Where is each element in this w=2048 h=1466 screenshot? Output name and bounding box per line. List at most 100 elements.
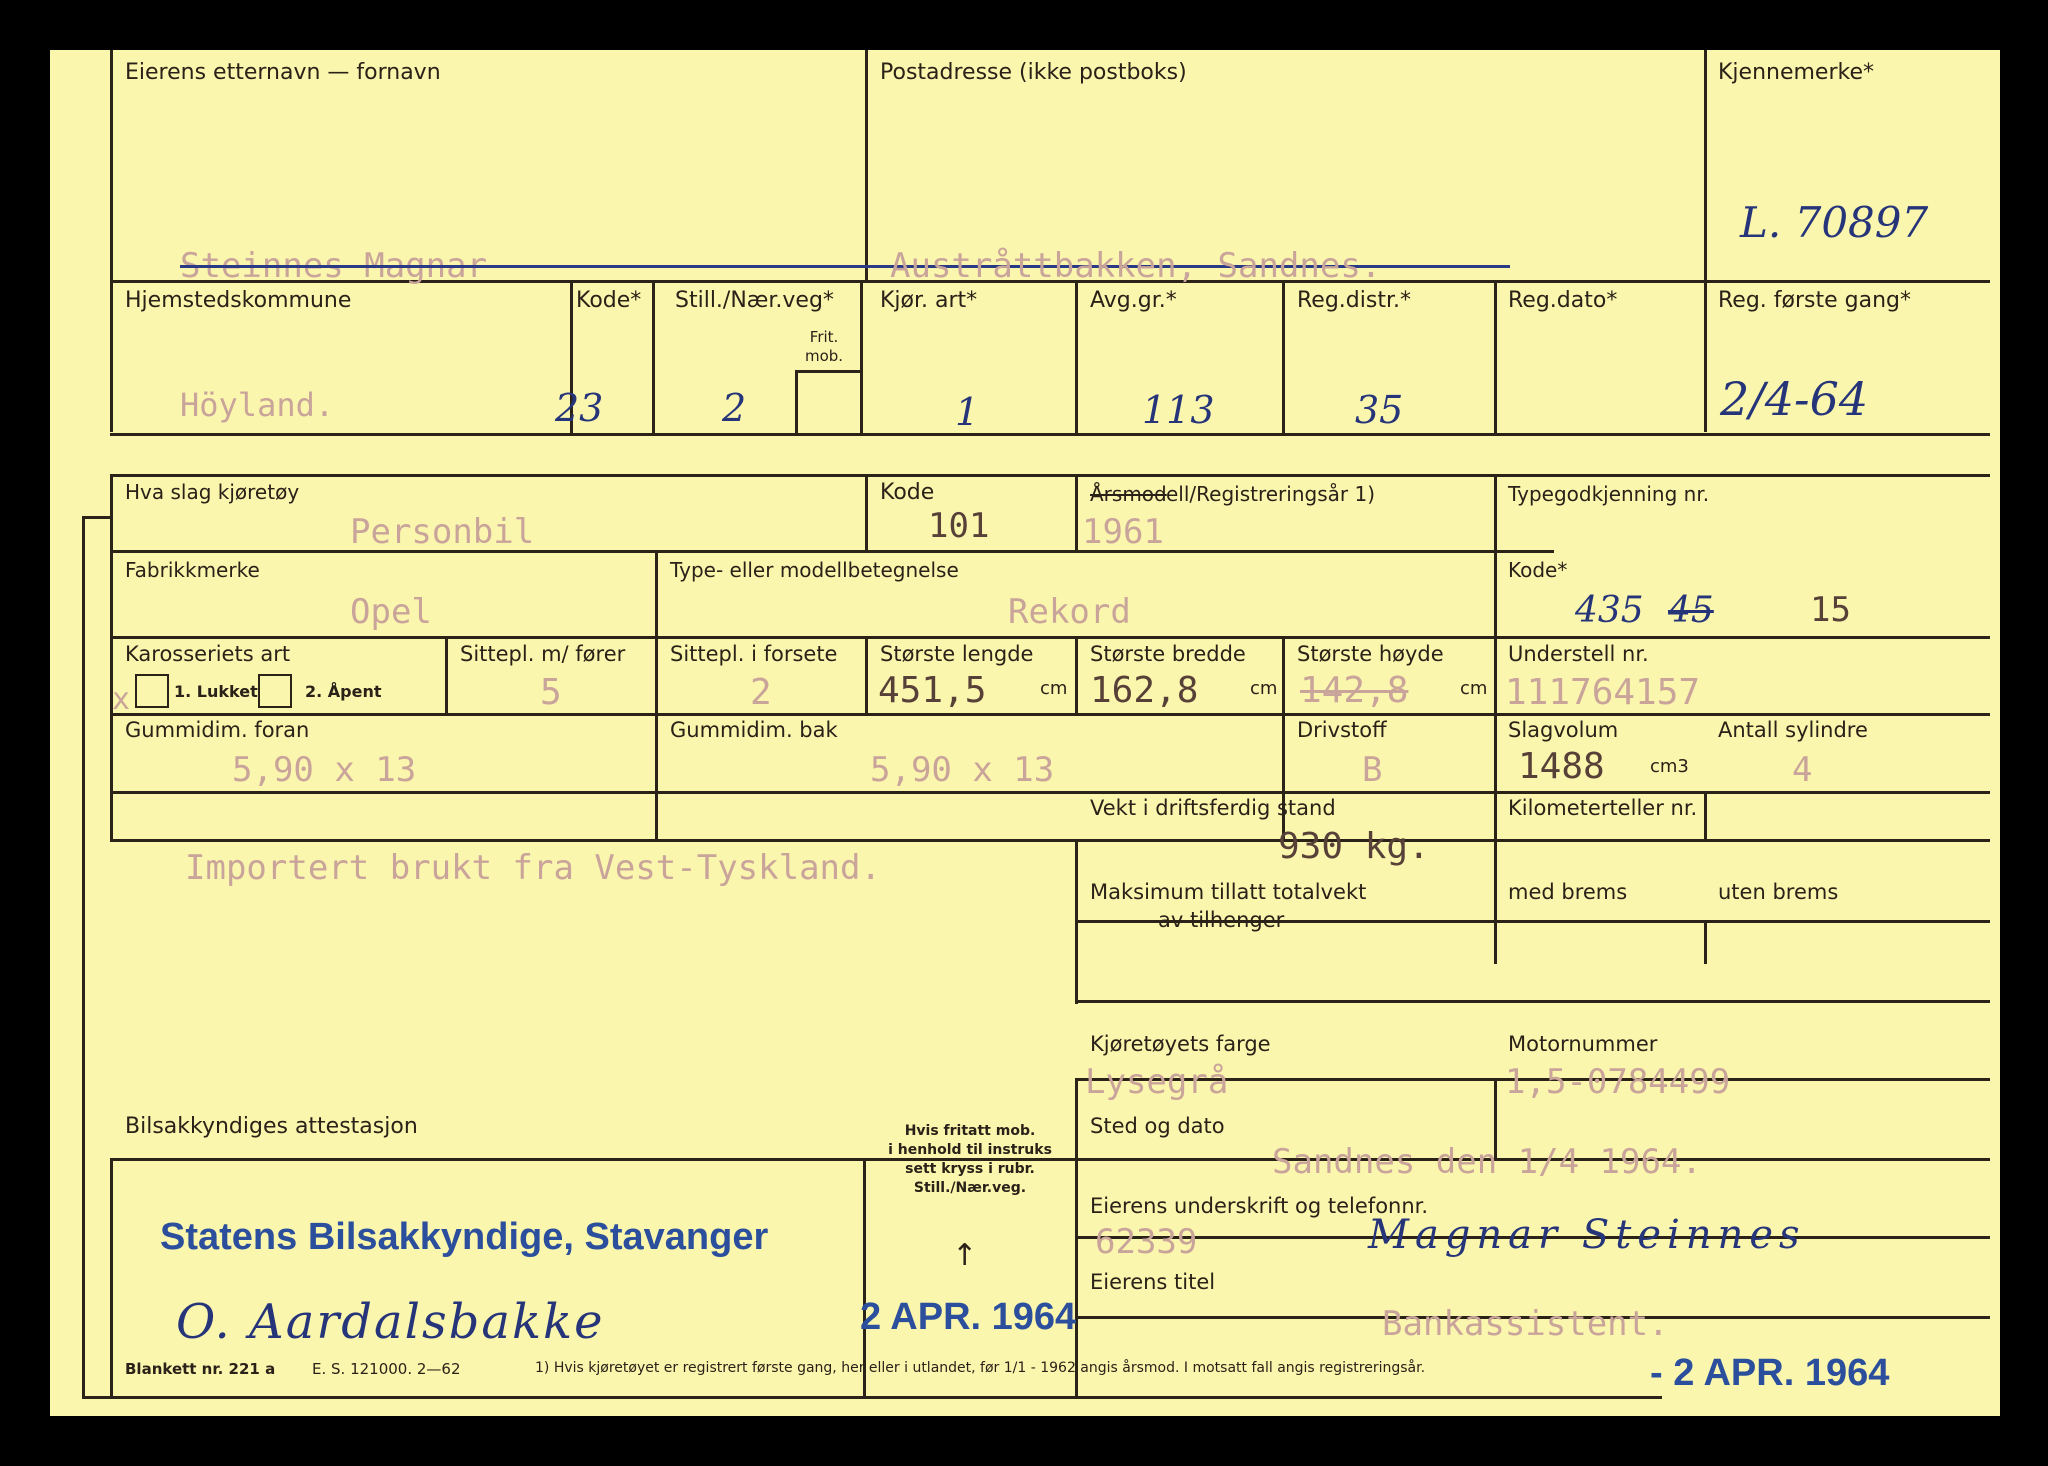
attestation-label: Bilsakkyndiges attestasjon <box>125 1114 418 1139</box>
model-label: Type- eller modellbetegnelse <box>670 558 959 582</box>
rule <box>1075 474 1078 552</box>
tyre-rear-value: 5,90 x 13 <box>870 750 1055 790</box>
rule <box>1282 282 1285 434</box>
seats-front-label: Sittepl. i forsete <box>670 642 838 666</box>
rule <box>1494 474 1497 844</box>
address-value: Austråttbakken, Sandnes. <box>890 246 1382 286</box>
model-year-label: ell/Registreringsår 1) <box>1166 482 1375 506</box>
plate-label: Kjennemerke* <box>1718 60 1874 85</box>
phone-value: 62339 <box>1095 1222 1198 1262</box>
postal-address-label: Postadresse (ikke postboks) <box>880 60 1187 85</box>
rule <box>1075 636 1078 715</box>
place-date-value: Sandnes den 1/4 1964. <box>1272 1142 1702 1182</box>
color-value: Lysegrå <box>1085 1062 1229 1102</box>
date-stamp-2: - 2 APR. 1964 <box>1650 1352 1890 1394</box>
rule <box>1704 50 1707 432</box>
date-stamp-1: 2 APR. 1964 <box>860 1296 1077 1338</box>
checkbox-open[interactable] <box>258 674 292 708</box>
arrow-up-icon: ↑ <box>952 1238 978 1273</box>
rule <box>1494 842 1497 964</box>
width-unit: cm <box>1250 678 1278 699</box>
chassis-label: Understell nr. <box>1508 642 1649 666</box>
checkbox-closed[interactable] <box>135 674 169 708</box>
rule <box>655 550 658 842</box>
kode2-label: Kode* <box>1508 558 1568 582</box>
rule <box>82 1396 1662 1399</box>
engine-no-label: Motornummer <box>1508 1032 1658 1056</box>
max-trailer-label: Maksimum tillatt totalvekt <box>1090 880 1367 904</box>
height-unit: cm <box>1460 678 1488 699</box>
rule <box>110 839 1990 842</box>
kjor-art-value: 1 <box>955 390 980 434</box>
model-value: Rekord <box>1008 592 1131 632</box>
with-brakes-label: med brems <box>1508 880 1628 904</box>
rule <box>652 282 655 434</box>
reg-dato-label: Reg.dato* <box>1508 288 1618 313</box>
rule <box>110 550 1554 553</box>
displacement-value: 1488 <box>1518 746 1605 787</box>
plate-value: L. 70897 <box>1740 198 1929 247</box>
displacement-label: Slagvolum <box>1508 718 1619 742</box>
kjor-art-label: Kjør. art* <box>880 288 978 313</box>
weight-value: 930 kg. <box>1278 826 1430 867</box>
reg-first-value: 2/4-64 <box>1720 372 1869 426</box>
rule <box>795 372 798 434</box>
code-value: 23 <box>555 386 604 430</box>
rule <box>1075 1000 1990 1003</box>
municipality-value: Höyland. <box>180 386 335 424</box>
max-height-label: Største høyde <box>1297 642 1444 666</box>
rule <box>110 791 1990 794</box>
body-mark-value: x <box>112 682 131 717</box>
rule <box>860 282 863 434</box>
kode2-old-value: 435 <box>1575 590 1644 631</box>
seats-driver-label: Sittepl. m/ fører <box>460 642 626 666</box>
arsmod-label: Årsmod <box>1090 482 1167 506</box>
fritatt-note: Hvis fritatt mob. i henhold til instruks… <box>888 1123 1052 1196</box>
vehicle-kind-label: Hva slag kjøretøy <box>125 480 300 504</box>
rule <box>110 474 113 842</box>
cylinders-value: 4 <box>1792 750 1813 790</box>
make-label: Fabrikkmerke <box>125 558 260 582</box>
place-date-label: Sted og dato <box>1090 1114 1225 1138</box>
still-label: Still./Nær.veg* <box>675 288 834 313</box>
footnote: 1) Hvis kjøretøyet er registrert første … <box>535 1360 1426 1376</box>
open-label: 2. Åpent <box>305 682 382 701</box>
rule <box>1494 282 1497 434</box>
tyre-rear-label: Gummidim. bak <box>670 718 838 742</box>
chassis-value: 111764157 <box>1505 672 1701 713</box>
rule <box>1075 282 1078 434</box>
rule <box>1704 791 1707 842</box>
rule <box>865 636 868 715</box>
color-label: Kjøretøyets farge <box>1090 1032 1271 1056</box>
reg-distr-label: Reg.distr.* <box>1297 288 1411 313</box>
reg-first-label: Reg. første gang* <box>1718 288 1912 313</box>
rule <box>865 474 868 552</box>
municipality-label: Hjemstedskommune <box>125 288 352 313</box>
rule <box>110 636 1990 639</box>
registration-card: Eierens etternavn — fornavn Postadresse … <box>50 50 2000 1416</box>
print-code: E. S. 121000. 2—62 <box>312 1360 461 1378</box>
owner-signature: Magnar Steinnes <box>1368 1212 1806 1258</box>
year-value: 1961 <box>1082 512 1164 552</box>
max-length-label: Største lengde <box>880 642 1034 666</box>
still-value: 2 <box>722 386 747 430</box>
displacement-unit: cm3 <box>1650 756 1689 777</box>
fuel-label: Drivstoff <box>1297 718 1387 742</box>
code-label: Kode* <box>576 288 642 313</box>
max-trailer-label-2: av tilhenger <box>1158 908 1285 932</box>
office-stamp: Statens Bilsakkyndige, Stavanger <box>160 1216 769 1258</box>
kode-label: Kode <box>880 480 935 505</box>
rule <box>1704 922 1707 964</box>
kode2-struck-value: 45 <box>1668 590 1714 631</box>
length-unit: cm <box>1040 678 1068 699</box>
avg-gr-value: 113 <box>1142 388 1215 432</box>
kode-value: 101 <box>928 506 990 546</box>
length-value: 451,5 <box>878 670 987 711</box>
frit-mob-label: Frit. mob. <box>805 328 844 365</box>
import-note: Importert brukt fra Vest-Tyskland. <box>185 848 881 888</box>
rule <box>110 1158 113 1398</box>
form-number: Blankett nr. 221 a <box>125 1360 276 1378</box>
rule <box>1075 1078 1078 1160</box>
engine-value: 1,5-0784499 <box>1505 1062 1731 1102</box>
rule <box>82 516 85 1398</box>
